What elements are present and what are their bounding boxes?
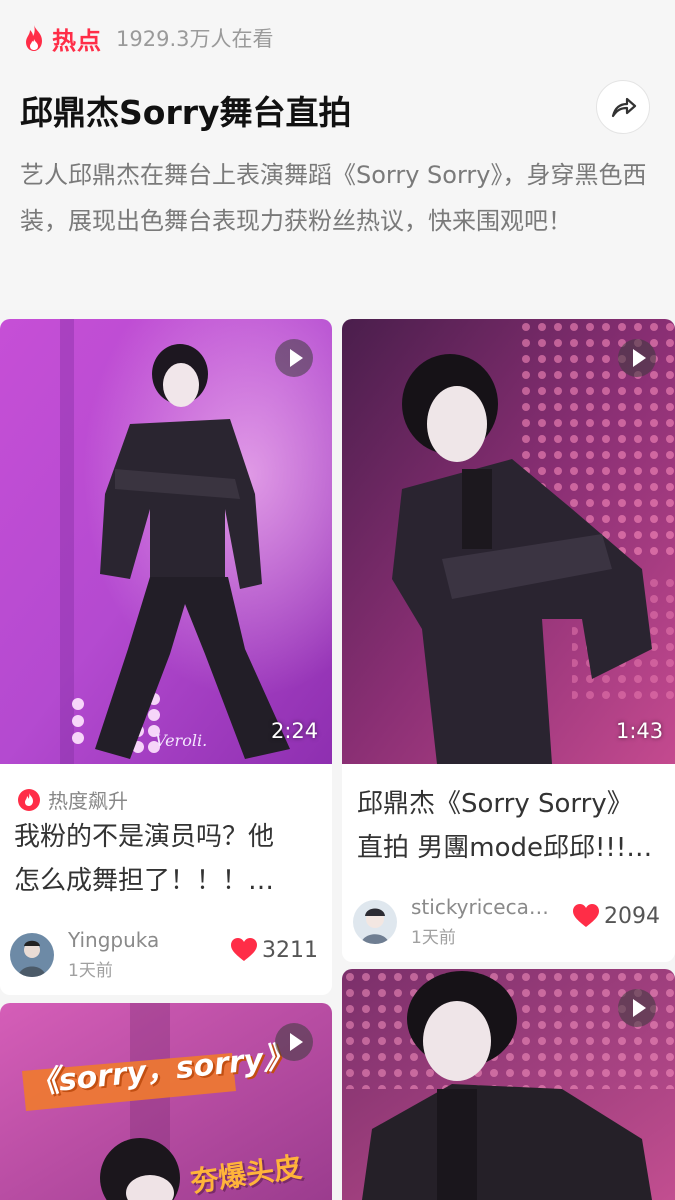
author-name: stickyriceca… [411, 895, 549, 919]
watermark: Veroli. [155, 731, 208, 750]
video-card[interactable]: 1:43 邱鼎杰《Sorry Sorry》 直拍 男團mode邱邱!!!… st… [342, 319, 675, 962]
play-button[interactable] [275, 339, 313, 377]
flame-icon [26, 25, 42, 51]
avatar-image [10, 932, 54, 977]
share-button[interactable] [596, 80, 650, 134]
video-card[interactable] [342, 969, 675, 1200]
video-title-line: 邱鼎杰《Sorry Sorry》 [357, 789, 633, 819]
flame-badge-icon [18, 788, 40, 811]
trend-label: 热度飙升 [48, 789, 128, 813]
play-icon [632, 349, 646, 367]
video-thumbnail-image [0, 319, 332, 764]
post-time: 1天前 [68, 961, 113, 981]
play-button[interactable] [618, 339, 656, 377]
video-thumbnail-image [342, 319, 675, 764]
heart-icon [231, 938, 257, 961]
share-arrow-icon [611, 97, 637, 118]
author-info[interactable]: stickyriceca… 1天前 [353, 895, 549, 948]
play-button[interactable] [275, 1023, 313, 1061]
avatar[interactable] [10, 932, 54, 977]
author-meta: stickyriceca… 1天前 [411, 895, 549, 948]
video-thumbnail[interactable]: 1:43 [342, 319, 675, 764]
video-duration: 2:24 [271, 719, 319, 743]
hot-label: 热点 [52, 26, 102, 55]
like-count[interactable]: 2094 [572, 903, 660, 929]
like-count[interactable]: 3211 [230, 937, 318, 963]
video-card[interactable]: 《sorry，sorry》 夯爆头皮 [0, 1003, 332, 1200]
topic-header: 热点 1929.3万人在看 邱鼎杰Sorry舞台直拍 艺人邱鼎杰在舞台上表演舞蹈… [0, 0, 675, 310]
author-info[interactable]: Yingpuka 1天前 [10, 928, 159, 981]
trend-badge: 热度飙升 [18, 785, 128, 814]
avatar-image [353, 899, 397, 944]
video-thumbnail[interactable]: Veroli. 2:24 [0, 319, 332, 764]
author-name: Yingpuka [68, 928, 160, 952]
page-title: 邱鼎杰Sorry舞台直拍 [20, 93, 352, 132]
video-title[interactable]: 邱鼎杰《Sorry Sorry》 直拍 男團mode邱邱!!!… [357, 782, 662, 870]
video-title-line: 怎么成舞担了！！！… [14, 866, 275, 896]
play-button[interactable] [618, 989, 656, 1027]
hot-row: 热点 1929.3万人在看 [22, 22, 274, 55]
video-card[interactable]: Veroli. 2:24 热度飙升 我粉的不是演员吗？他 怎么成舞担了！！！… … [0, 319, 332, 995]
video-thumbnail[interactable]: 《sorry，sorry》 夯爆头皮 [0, 1003, 332, 1200]
play-icon [289, 1033, 303, 1051]
post-time: 1天前 [411, 928, 456, 948]
play-icon [632, 999, 646, 1017]
like-number: 2094 [604, 903, 660, 929]
play-icon [289, 349, 303, 367]
like-number: 3211 [262, 937, 318, 963]
video-thumbnail[interactable] [342, 969, 675, 1200]
video-title[interactable]: 我粉的不是演员吗？他 怎么成舞担了！！！… [14, 815, 314, 903]
heart-icon [573, 904, 599, 927]
video-duration: 1:43 [616, 719, 664, 743]
video-title-line: 直拍 男團mode邱邱!!!… [357, 833, 653, 863]
topic-description: 艺人邱鼎杰在舞台上表演舞蹈《Sorry Sorry》，身穿黑色西装，展现出色舞台… [20, 161, 647, 235]
video-title-line: 我粉的不是演员吗？他 [14, 822, 275, 852]
author-meta: Yingpuka 1天前 [68, 928, 159, 981]
viewer-count: 1929.3万人在看 [116, 27, 274, 51]
avatar[interactable] [353, 899, 397, 944]
